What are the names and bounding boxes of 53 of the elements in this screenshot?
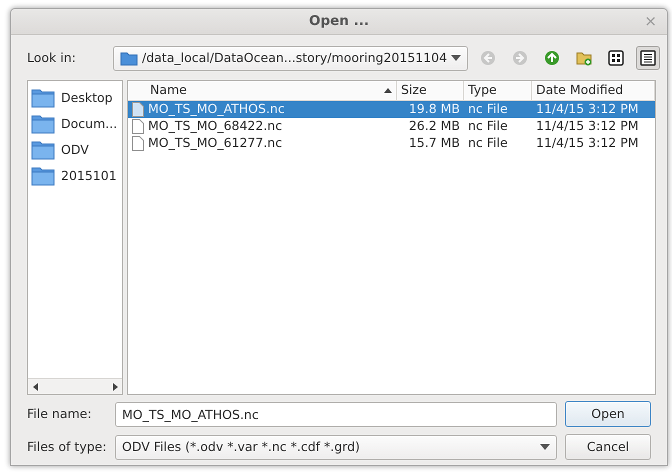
file-type-label: Files of type:: [27, 438, 107, 456]
file-name-field[interactable]: MO_TS_MO_ATHOS.nc: [115, 402, 557, 426]
column-header[interactable]: Name: [128, 81, 397, 100]
list-view-button[interactable]: [636, 46, 660, 70]
grid-view-icon: [608, 50, 624, 66]
folder-icon: [120, 50, 138, 66]
file-name: MO_TS_MO_61277.nc: [148, 134, 282, 152]
file-type: nc File: [468, 118, 508, 134]
sidebar-item[interactable]: ODV: [28, 137, 122, 163]
file-size: 26.2 MB: [408, 118, 460, 134]
file-size: 19.8 MB: [408, 101, 460, 116]
horizontal-scrollbar[interactable]: [28, 378, 122, 394]
sidebar-item[interactable]: Docum...: [28, 111, 122, 137]
column-header[interactable]: Date Modified: [532, 81, 655, 100]
list-view-icon: [640, 50, 656, 66]
sidebar-item[interactable]: Desktop: [28, 85, 122, 111]
date-modified: 11/4/15 3:12 PM: [536, 135, 639, 150]
open-button[interactable]: Open: [565, 401, 651, 427]
look-in-label: Look in:: [27, 48, 77, 67]
forward-icon: [512, 50, 528, 66]
folder-icon: [31, 140, 55, 160]
sort-arrow-icon: [384, 88, 392, 93]
file-icon: [132, 119, 144, 134]
file-name: MO_TS_MO_ATHOS.nc: [148, 100, 285, 118]
file-type-dropdown[interactable]: ODV Files (*.odv *.var *.nc *.cdf *.grd): [115, 434, 557, 460]
file-type: nc File: [468, 135, 508, 150]
folder-icon: [31, 166, 55, 186]
file-row[interactable]: MO_TS_MO_68422.nc 26.2 MB nc File 11/4/15 3:12 PM: [128, 118, 655, 135]
date-modified: 11/4/15 3:12 PM: [536, 118, 639, 134]
file-icon: [132, 102, 144, 117]
date-modified: 11/4/15 3:12 PM: [536, 101, 639, 116]
file-size: 15.7 MB: [408, 135, 460, 150]
caret-icon: [540, 444, 550, 450]
file-row[interactable]: MO_TS_MO_ATHOS.nc 19.8 MB nc File 11/4/15 3:12 PM: [128, 101, 655, 118]
scroll-left-icon[interactable]: [32, 382, 38, 390]
file-name: MO_TS_MO_68422.nc: [148, 117, 282, 136]
back-icon: [480, 50, 496, 66]
file-name-label: File name:: [27, 404, 93, 423]
new-folder-icon: [576, 50, 592, 66]
up-arrow-icon: [544, 50, 560, 66]
folder-icon: [31, 114, 55, 134]
column-header[interactable]: Type: [464, 81, 532, 100]
file-row[interactable]: MO_TS_MO_61277.nc 15.7 MB nc File 11/4/15 3:12 PM: [128, 135, 655, 152]
look-in-dropdown[interactable]: /data_local/DataOcean...story/mooring20151104: [113, 46, 468, 70]
file-icon: [132, 136, 144, 151]
folder-icon: [31, 88, 55, 108]
file-type: nc File: [468, 101, 508, 116]
window-title: Open ...: [309, 12, 369, 32]
sidebar-item[interactable]: 2015101: [28, 163, 122, 189]
column-header[interactable]: Size: [397, 81, 464, 100]
scroll-right-icon[interactable]: [112, 382, 118, 390]
caret-icon: [451, 55, 462, 61]
cancel-button[interactable]: Cancel: [565, 434, 651, 460]
